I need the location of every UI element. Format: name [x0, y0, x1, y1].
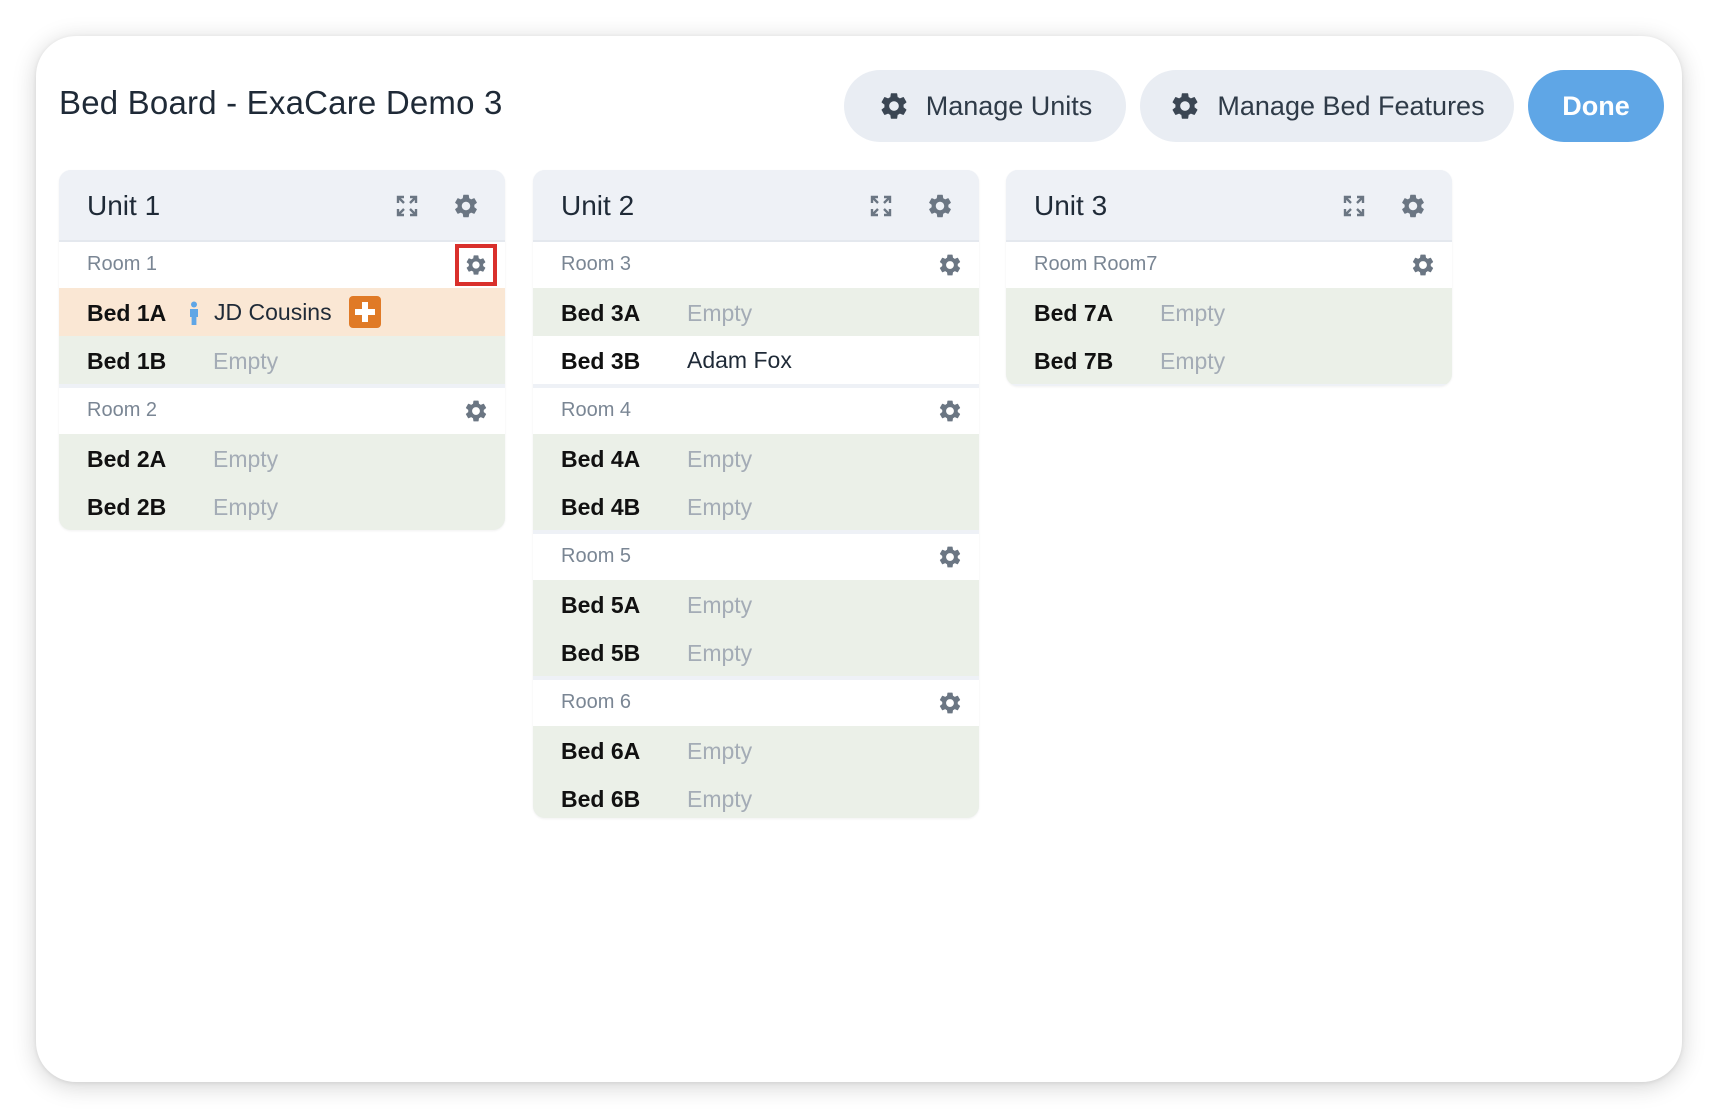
- room-header: Room 6: [533, 680, 979, 726]
- room-settings-gear-icon[interactable]: [463, 398, 489, 424]
- bed-board-modal: Bed Board - ExaCare Demo 3 Manage Units …: [36, 36, 1682, 1082]
- bed-status: Empty: [687, 446, 753, 472]
- bed-label: Bed 1B: [87, 348, 167, 374]
- bed-row[interactable]: Bed 4B Empty: [533, 482, 979, 530]
- room-settings-gear-icon[interactable]: [937, 398, 963, 424]
- bed-row[interactable]: Bed 6B Empty: [533, 774, 979, 818]
- bed-status: Empty: [687, 786, 753, 812]
- expand-icon[interactable]: [869, 194, 893, 218]
- bed-label: Bed 2A: [87, 446, 167, 472]
- room-settings-gear-icon[interactable]: [937, 252, 963, 278]
- bed-row[interactable]: Bed 5B Empty: [533, 628, 979, 676]
- bed-status: Empty: [687, 738, 753, 764]
- bed-row[interactable]: Bed 2B Empty: [59, 482, 505, 530]
- unit-header: Unit 2: [533, 170, 979, 242]
- bed-label: Bed 7A: [1034, 300, 1114, 326]
- bed-row[interactable]: Bed 2A Empty: [59, 434, 505, 482]
- manage-bed-features-label: Manage Bed Features: [1217, 90, 1485, 121]
- room-settings-gear-icon[interactable]: [1410, 252, 1436, 278]
- resident-name[interactable]: JD Cousins: [214, 299, 332, 326]
- manage-units-button[interactable]: Manage Units: [844, 70, 1126, 142]
- bed-label: Bed 4B: [561, 494, 641, 520]
- bed-status: Empty: [687, 494, 753, 520]
- unit-title: Unit 1: [87, 190, 161, 221]
- bed-label: Bed 5A: [561, 592, 641, 618]
- room-header: Room 1: [59, 242, 505, 288]
- bed-row[interactable]: Bed 3B Adam Fox: [533, 336, 979, 384]
- bed-status: Empty: [687, 300, 753, 326]
- room-settings-gear-icon[interactable]: [937, 690, 963, 716]
- medical-plus-icon: [349, 296, 381, 328]
- bed-status: Empty: [213, 446, 279, 472]
- resident-name[interactable]: Adam Fox: [687, 347, 792, 374]
- person-icon: [187, 301, 201, 325]
- bed-row[interactable]: Bed 1A JD Cousins: [59, 288, 505, 336]
- room-settings-gear-icon[interactable]: [937, 544, 963, 570]
- bed-status: Empty: [1160, 348, 1226, 374]
- bed-row[interactable]: Bed 6A Empty: [533, 726, 979, 774]
- done-button[interactable]: Done: [1528, 70, 1664, 142]
- bed-status: Empty: [213, 494, 279, 520]
- bed-row[interactable]: Bed 5A Empty: [533, 580, 979, 628]
- expand-icon[interactable]: [395, 194, 419, 218]
- unit-card-2: Unit 2 Room 3 Bed 3A Empty Bed 3B Adam F…: [533, 170, 979, 818]
- manage-bed-features-button[interactable]: Manage Bed Features: [1140, 70, 1514, 142]
- room-header: Room 5: [533, 534, 979, 580]
- gear-icon: [878, 90, 910, 122]
- bed-status: Empty: [1160, 300, 1226, 326]
- unit-card-1: Unit 1 Room 1 Bed 1A JD Cousins Bed 1B E: [59, 170, 505, 530]
- unit-header: Unit 1: [59, 170, 505, 242]
- room-header: Room 2: [59, 388, 505, 434]
- room-settings-gear-icon[interactable]: [455, 244, 497, 286]
- bed-row[interactable]: Bed 3A Empty: [533, 288, 979, 336]
- room-label: Room 4: [561, 399, 632, 421]
- bed-label: Bed 7B: [1034, 348, 1114, 374]
- bed-status: Empty: [687, 640, 753, 666]
- bed-status: Empty: [213, 348, 279, 374]
- bed-label: Bed 6A: [561, 738, 641, 764]
- modal-header: Bed Board - ExaCare Demo 3 Manage Units …: [36, 36, 1682, 156]
- manage-units-label: Manage Units: [925, 90, 1093, 121]
- unit-header: Unit 3: [1006, 170, 1452, 242]
- room-label: Room 1: [87, 253, 158, 275]
- bed-row[interactable]: Bed 1B Empty: [59, 336, 505, 384]
- gear-icon: [1169, 90, 1201, 122]
- unit-settings-gear-icon[interactable]: [926, 192, 954, 220]
- bed-row[interactable]: Bed 4A Empty: [533, 434, 979, 482]
- bed-label: Bed 5B: [561, 640, 641, 666]
- bed-label: Bed 3B: [561, 348, 641, 374]
- bed-status: Empty: [687, 592, 753, 618]
- bed-row[interactable]: Bed 7A Empty: [1006, 288, 1452, 336]
- unit-settings-gear-icon[interactable]: [1399, 192, 1427, 220]
- room-label: Room Room7: [1034, 253, 1158, 275]
- room-label: Room 5: [561, 545, 632, 567]
- room-header: Room Room7: [1006, 242, 1452, 288]
- room-label: Room 3: [561, 253, 632, 275]
- unit-title: Unit 3: [1034, 190, 1108, 221]
- bed-label: Bed 6B: [561, 786, 641, 812]
- bed-row[interactable]: Bed 7B Empty: [1006, 336, 1452, 384]
- unit-card-3: Unit 3 Room Room7 Bed 7A Empty Bed 7B Em…: [1006, 170, 1452, 386]
- room-header: Room 3: [533, 242, 979, 288]
- page-title: Bed Board - ExaCare Demo 3: [59, 84, 503, 121]
- room-label: Room 2: [87, 399, 158, 421]
- unit-title: Unit 2: [561, 190, 635, 221]
- unit-settings-gear-icon[interactable]: [452, 192, 480, 220]
- expand-icon[interactable]: [1342, 194, 1366, 218]
- room-label: Room 6: [561, 691, 632, 713]
- bed-label: Bed 2B: [87, 494, 167, 520]
- bed-label: Bed 4A: [561, 446, 641, 472]
- bed-label: Bed 3A: [561, 300, 641, 326]
- room-header: Room 4: [533, 388, 979, 434]
- bed-label: Bed 1A: [87, 300, 167, 326]
